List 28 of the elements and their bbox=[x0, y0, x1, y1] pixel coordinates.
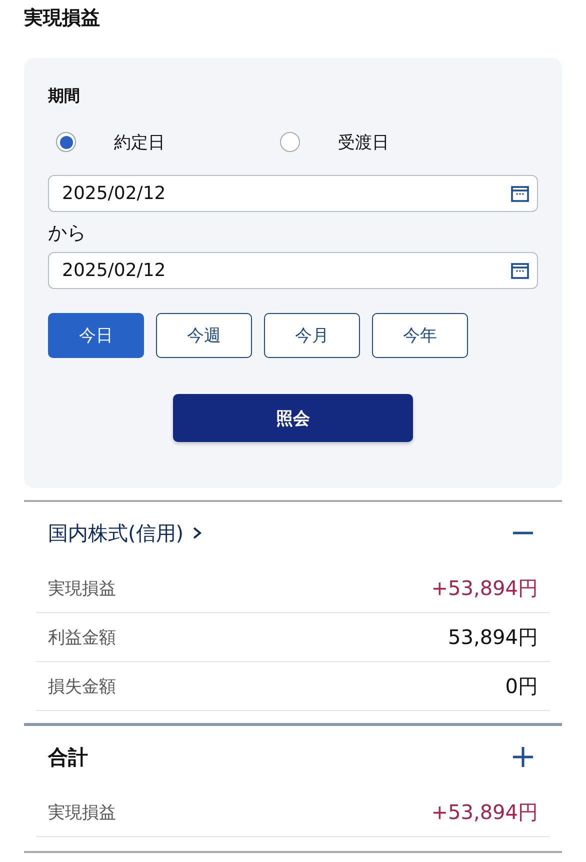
chevron-icon[interactable] bbox=[192, 526, 202, 540]
row-value: 0円 bbox=[505, 672, 538, 700]
radio-label[interactable]: 受渡日 bbox=[338, 130, 389, 154]
row-value: +53,894円 bbox=[431, 798, 538, 826]
radio-button[interactable] bbox=[280, 132, 300, 152]
period-label: 期間 bbox=[48, 86, 81, 107]
range-separator: から bbox=[48, 221, 87, 246]
section-link[interactable]: 国内株式(信用) bbox=[48, 520, 202, 546]
row-label: 利益金額 bbox=[48, 626, 116, 648]
calendar-icon[interactable] bbox=[511, 186, 529, 202]
row-label: 実現損益 bbox=[48, 578, 116, 600]
period-button[interactable]: 今日 bbox=[48, 313, 144, 358]
row-value: 53,894円 bbox=[448, 624, 538, 650]
expand-icon[interactable] bbox=[512, 746, 534, 768]
date-field[interactable]: 2025/02/12 bbox=[48, 252, 538, 289]
date-field[interactable]: 2025/02/12 bbox=[48, 175, 538, 212]
row-label: 実現損益 bbox=[48, 802, 116, 824]
row-value: +53,894円 bbox=[431, 574, 538, 602]
row-label: 損失金額 bbox=[48, 676, 116, 698]
query-button[interactable]: 照会 bbox=[173, 394, 413, 442]
page-title: 実現損益 bbox=[24, 6, 101, 31]
radio-button[interactable] bbox=[56, 132, 76, 152]
calendar-icon[interactable] bbox=[511, 262, 529, 278]
period-button[interactable]: 今年 bbox=[372, 313, 468, 358]
radio-label[interactable]: 約定日 bbox=[114, 130, 165, 154]
section-title: 合計 bbox=[48, 744, 88, 770]
period-button[interactable]: 今週 bbox=[156, 313, 252, 358]
period-button[interactable]: 今月 bbox=[264, 313, 360, 358]
